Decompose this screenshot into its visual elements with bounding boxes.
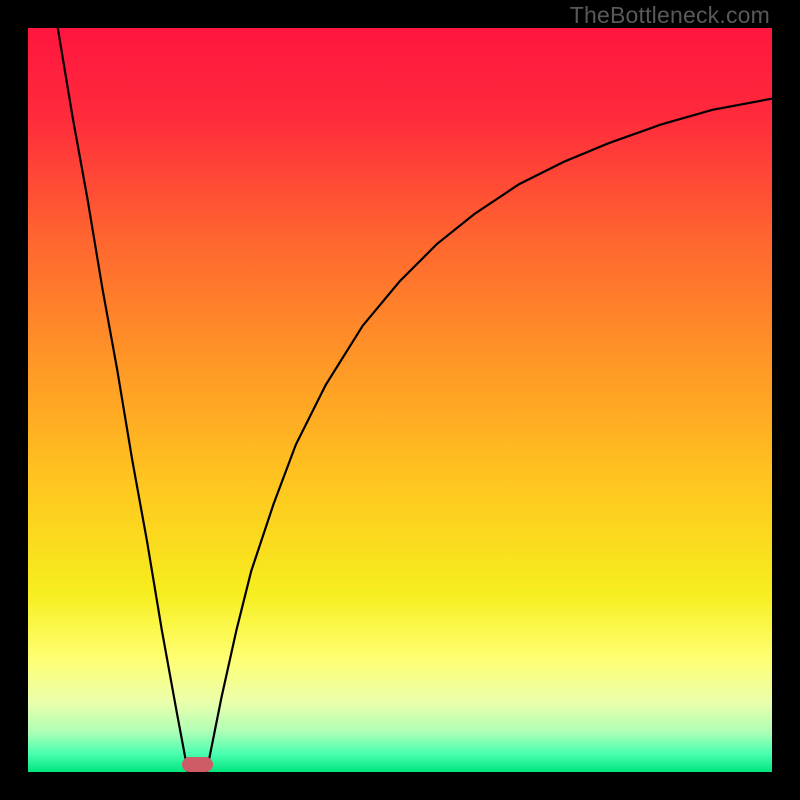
curve-left-branch	[58, 28, 188, 772]
watermark-text: TheBottleneck.com	[570, 2, 770, 29]
bottleneck-curve	[28, 28, 772, 772]
bottleneck-marker	[182, 757, 213, 772]
chart-frame: TheBottleneck.com	[0, 0, 800, 800]
curve-right-branch	[207, 99, 772, 772]
plot-area	[28, 28, 772, 772]
